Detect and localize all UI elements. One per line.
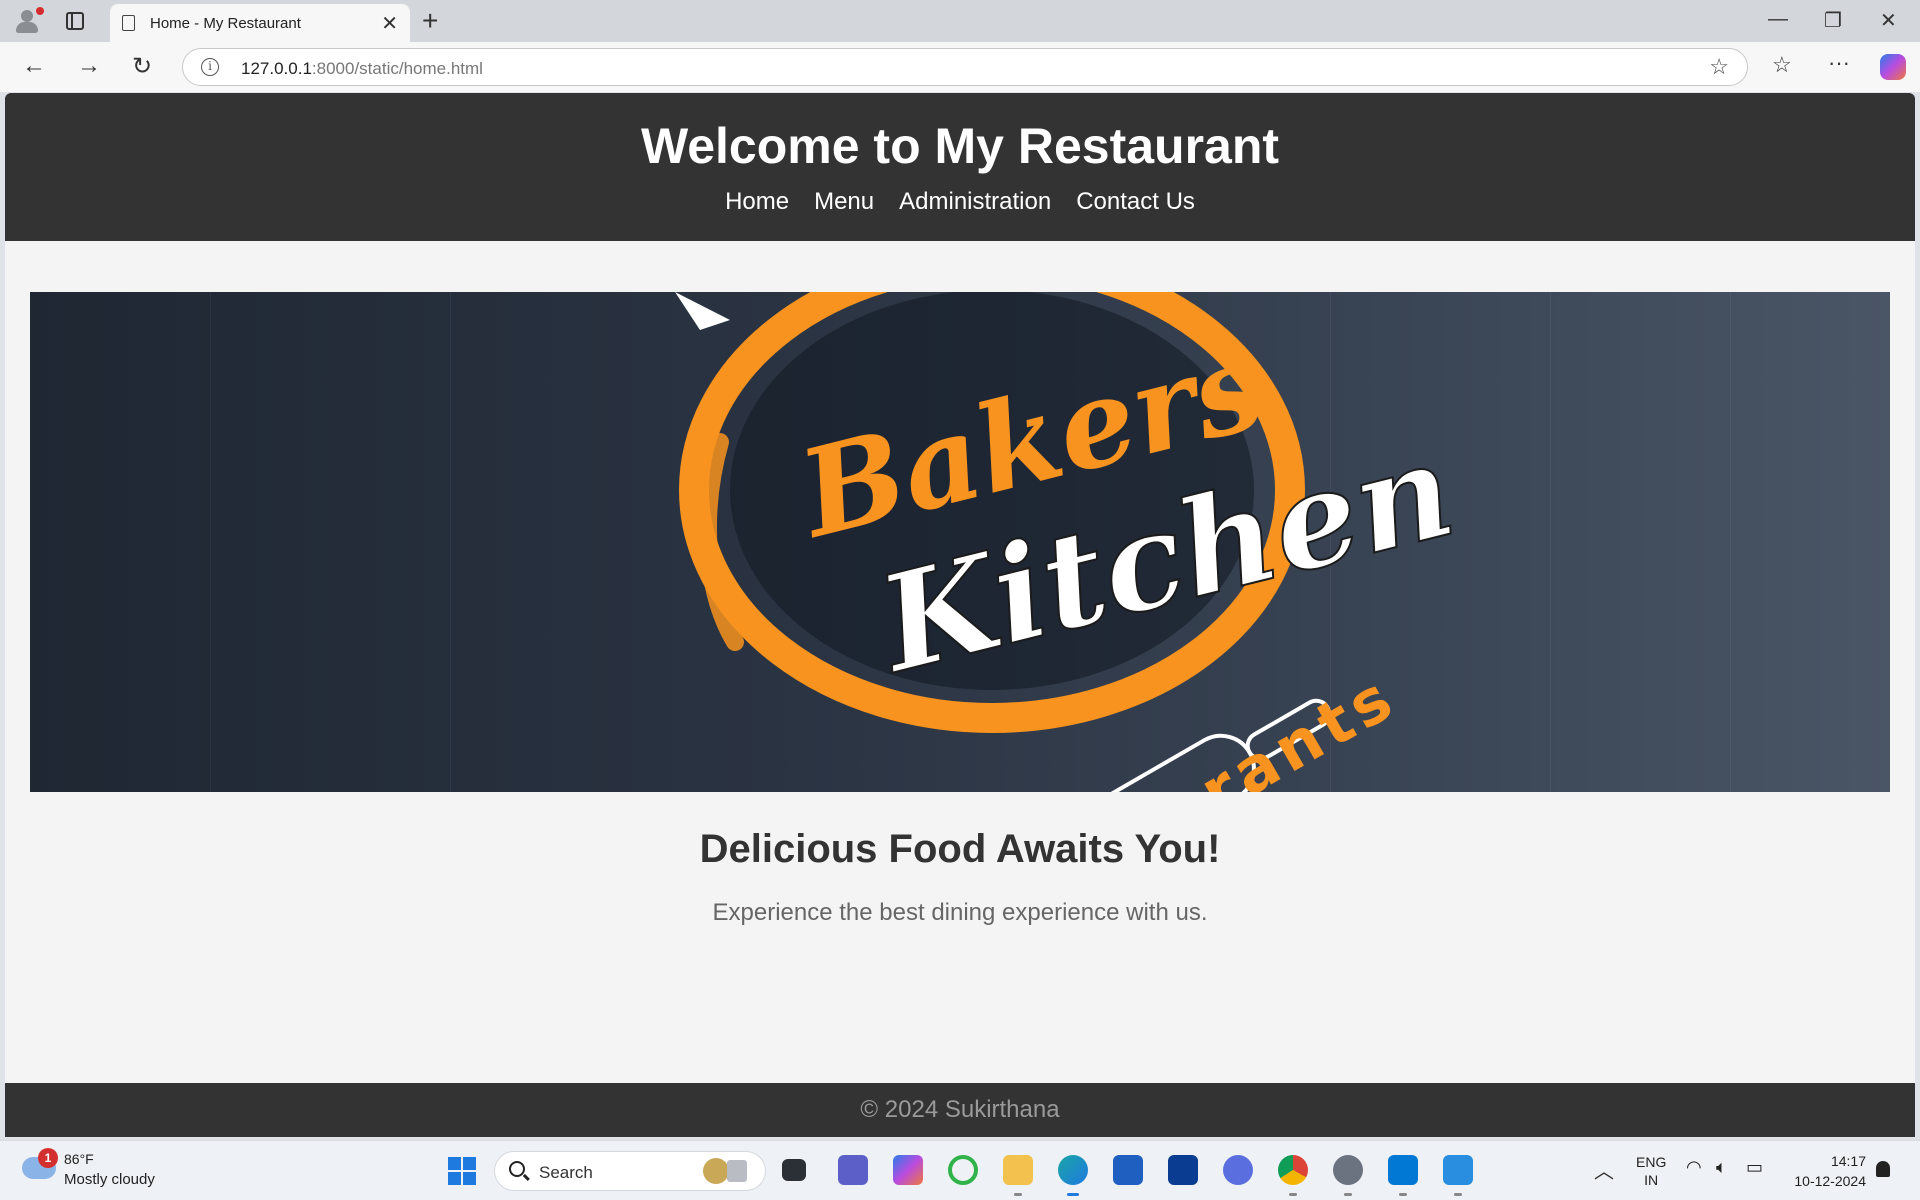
wifi-icon[interactable]: ◠ <box>1686 1157 1702 1178</box>
tray-chevron-icon[interactable]: ︿ <box>1594 1155 1614 1184</box>
site-header: Welcome to My Restaurant Home Menu Admin… <box>5 93 1915 241</box>
page-heading: Delicious Food Awaits You! <box>699 827 1221 871</box>
favorites-icon[interactable]: ☆ <box>1772 52 1792 78</box>
close-window-icon[interactable]: ✕ <box>1880 8 1897 33</box>
url-field[interactable]: i 127.0.0.1:8000/static/home.html ☆ <box>182 48 1748 86</box>
search-highlight-icon <box>703 1158 729 1184</box>
start-button[interactable] <box>448 1157 476 1185</box>
clock[interactable]: 14:17 10-12-2024 <box>1786 1151 1866 1191</box>
hero-banner-image: Bakers Kitchen Restaurants <box>30 292 1890 792</box>
settings-icon[interactable] <box>1333 1155 1363 1196</box>
favorite-star-icon[interactable]: ☆ <box>1709 54 1729 80</box>
vscode-icon[interactable] <box>1388 1155 1418 1196</box>
close-icon[interactable]: ✕ <box>381 11 398 36</box>
site-title: Welcome to My Restaurant <box>640 118 1280 174</box>
copilot-icon[interactable] <box>893 1155 923 1185</box>
paint-icon[interactable] <box>1443 1155 1473 1196</box>
page-viewport: Welcome to My Restaurant Home Menu Admin… <box>5 93 1915 1137</box>
copilot-icon[interactable] <box>1880 54 1906 80</box>
minimize-icon[interactable]: — <box>1768 8 1788 31</box>
teams-icon[interactable] <box>838 1155 868 1185</box>
restore-icon[interactable]: ❐ <box>1824 8 1842 33</box>
site-nav: Home Menu Administration Contact Us <box>5 188 1915 216</box>
nav-link-contact-us[interactable]: Contact Us <box>1076 188 1195 216</box>
file-explorer-icon[interactable] <box>1003 1155 1033 1196</box>
store-icon[interactable] <box>1113 1155 1143 1185</box>
browser-tab-bar: Home - My Restaurant ✕ + — ❐ ✕ <box>0 0 1920 42</box>
profile-icon[interactable] <box>12 7 44 35</box>
footer-copyright: © 2024 Sukirthana <box>860 1096 1060 1123</box>
nav-link-home[interactable]: Home <box>725 188 789 216</box>
forward-icon[interactable]: → <box>77 52 101 80</box>
notification-bell-icon[interactable] <box>1876 1161 1890 1177</box>
bakers-kitchen-logo: Bakers Kitchen Restaurants <box>675 292 1469 792</box>
page-icon <box>122 15 135 31</box>
nav-link-administration[interactable]: Administration <box>899 188 1051 216</box>
input-language[interactable]: ENG IN <box>1636 1153 1666 1189</box>
nav-link-menu[interactable]: Menu <box>814 188 874 216</box>
edge-icon[interactable] <box>1058 1155 1088 1196</box>
tab-actions-icon[interactable] <box>66 12 84 30</box>
utensil-icon <box>675 292 730 330</box>
battery-icon[interactable]: ▭ <box>1746 1157 1763 1178</box>
taskbar-search[interactable]: Search <box>494 1151 766 1191</box>
browser-tab[interactable]: Home - My Restaurant ✕ <box>110 4 410 42</box>
taskbar: 1 86°F Mostly cloudy Search ︿ ENG IN ◠ 🔈… <box>0 1140 1920 1200</box>
l-app-icon[interactable] <box>1168 1155 1198 1185</box>
search-highlight-icon <box>727 1160 747 1182</box>
page-tagline: Experience the best dining experience wi… <box>712 899 1208 926</box>
search-label: Search <box>539 1163 593 1182</box>
weather-badge: 1 <box>38 1148 58 1168</box>
tab-title: Home - My Restaurant <box>150 15 301 32</box>
url-text[interactable]: 127.0.0.1:8000/static/home.html <box>241 59 483 79</box>
task-view-icon[interactable] <box>782 1159 806 1181</box>
vpn-icon[interactable] <box>1223 1155 1253 1185</box>
address-bar: ← → ↻ i 127.0.0.1:8000/static/home.html … <box>0 42 1920 92</box>
chrome-icon[interactable] <box>1278 1155 1308 1196</box>
search-icon <box>509 1161 525 1177</box>
refresh-icon[interactable]: ↻ <box>132 52 152 81</box>
weather-condition[interactable]: Mostly cloudy <box>64 1171 155 1188</box>
site-footer: © 2024 Sukirthana <box>5 1083 1915 1137</box>
weather-temperature[interactable]: 86°F <box>64 1151 94 1167</box>
back-icon[interactable]: ← <box>22 52 46 80</box>
new-tab-icon[interactable]: + <box>422 5 438 37</box>
sync-icon[interactable] <box>948 1155 978 1185</box>
site-info-icon[interactable]: i <box>201 58 219 76</box>
volume-icon[interactable]: 🔈︎ <box>1716 1157 1727 1178</box>
more-icon[interactable]: ··· <box>1828 50 1850 76</box>
